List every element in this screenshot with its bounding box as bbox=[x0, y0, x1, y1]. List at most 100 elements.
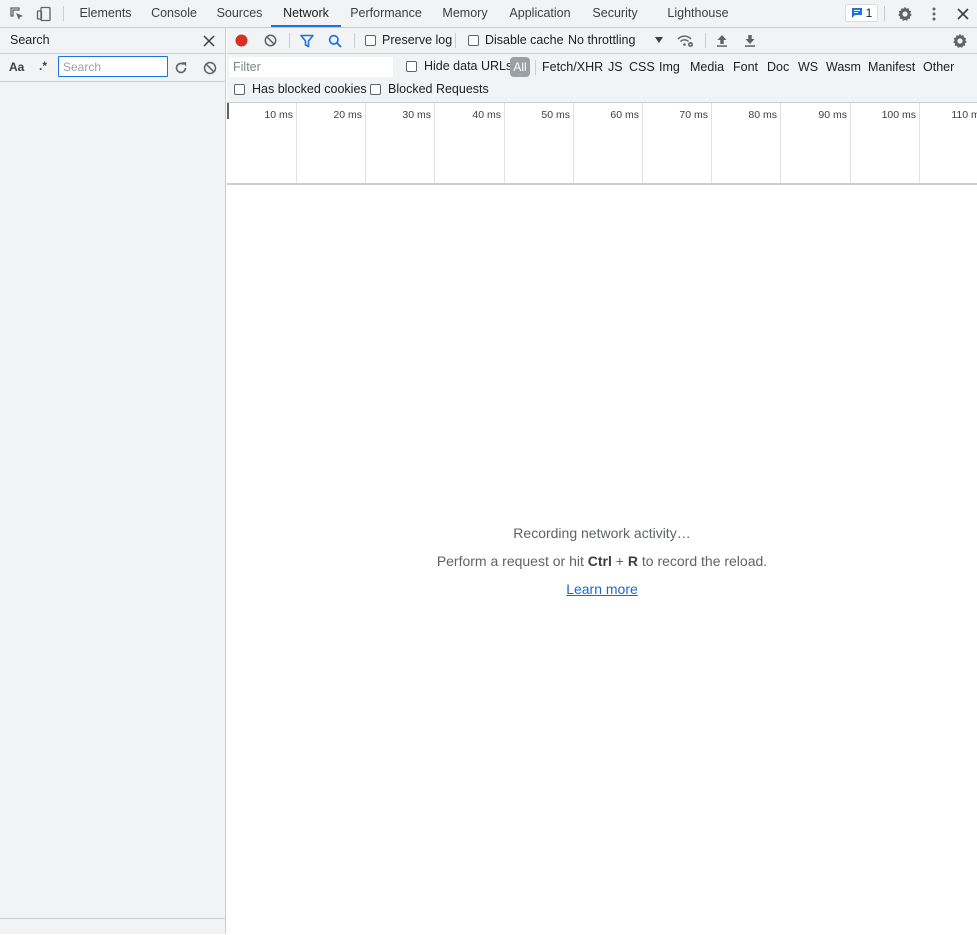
tab-performance[interactable]: Performance bbox=[346, 0, 426, 27]
timeline-tick-label: 100 ms bbox=[881, 109, 916, 121]
refresh-icon[interactable] bbox=[172, 59, 189, 76]
timeline-tick-label: 40 ms bbox=[472, 109, 501, 121]
timeline-gridline bbox=[434, 103, 435, 183]
toolbar-divider bbox=[63, 6, 64, 21]
active-tab-indicator bbox=[271, 25, 341, 27]
close-icon[interactable] bbox=[953, 4, 972, 23]
hint-suffix: to record the reload. bbox=[637, 553, 768, 569]
blocked-requests-checkbox[interactable] bbox=[370, 84, 381, 95]
hint-prefix: Perform a request or hit bbox=[436, 553, 588, 569]
type-filter-media[interactable]: Media bbox=[690, 57, 724, 77]
timeline-gridline bbox=[642, 103, 643, 183]
export-har-icon[interactable] bbox=[741, 32, 758, 49]
timeline-gridline bbox=[504, 103, 505, 183]
close-icon[interactable] bbox=[201, 33, 217, 49]
timeline-gridline bbox=[850, 103, 851, 183]
search-drawer-header: Search bbox=[0, 28, 225, 54]
type-filter-fetch-xhr[interactable]: Fetch/XHR bbox=[542, 57, 603, 77]
tab-sources[interactable]: Sources bbox=[212, 0, 267, 27]
toolbar-divider bbox=[535, 60, 536, 75]
search-drawer: Search Aa .* bbox=[0, 28, 226, 934]
import-har-icon[interactable] bbox=[713, 32, 730, 49]
tab-security[interactable]: Security bbox=[587, 0, 643, 27]
shortcut-key-r: R bbox=[627, 553, 638, 569]
learn-more-row: Learn more bbox=[227, 581, 977, 597]
tab-application[interactable]: Application bbox=[503, 0, 577, 27]
toolbar-divider bbox=[705, 33, 706, 48]
type-filter-img[interactable]: Img bbox=[659, 57, 680, 77]
timeline-tick-label: 90 ms bbox=[818, 109, 847, 121]
hide-data-urls-checkbox[interactable] bbox=[406, 61, 417, 72]
device-toolbar-icon[interactable] bbox=[35, 5, 53, 23]
toolbar-divider bbox=[884, 6, 885, 21]
throttling-select[interactable]: No throttling bbox=[568, 33, 635, 47]
timeline-tick-label: 80 ms bbox=[748, 109, 777, 121]
type-filter-doc[interactable]: Doc bbox=[767, 57, 789, 77]
timeline-gridline bbox=[711, 103, 712, 183]
tab-elements[interactable]: Elements bbox=[75, 0, 136, 27]
search-drawer-title: Search bbox=[10, 33, 50, 47]
toolbar-divider bbox=[354, 33, 355, 48]
timeline-tick-label: 20 ms bbox=[333, 109, 362, 121]
timeline-gridline bbox=[780, 103, 781, 183]
recording-message: Recording network activity… bbox=[513, 525, 691, 541]
search-input[interactable] bbox=[58, 56, 168, 77]
search-icon[interactable] bbox=[326, 32, 343, 49]
blocked-requests-label: Blocked Requests bbox=[388, 82, 489, 96]
kebab-menu-icon[interactable] bbox=[924, 4, 943, 23]
disable-cache-checkbox[interactable] bbox=[468, 35, 479, 46]
hide-data-urls-label: Hide data URLs bbox=[424, 59, 513, 73]
tab-lighthouse[interactable]: Lighthouse bbox=[664, 0, 732, 27]
toolbar-divider bbox=[455, 33, 456, 48]
timeline-gridline bbox=[919, 103, 920, 183]
regex-button[interactable]: .* bbox=[39, 59, 47, 73]
preserve-log-label: Preserve log bbox=[382, 33, 453, 47]
timeline-tick-label: 10 ms bbox=[264, 109, 293, 121]
chevron-down-icon bbox=[654, 35, 664, 45]
record-icon[interactable] bbox=[233, 32, 250, 49]
learn-more-link[interactable]: Learn more bbox=[566, 581, 638, 597]
filter-input[interactable] bbox=[229, 57, 393, 77]
type-filter-manifest[interactable]: Manifest bbox=[868, 57, 915, 77]
timeline-gridline bbox=[573, 103, 574, 183]
type-filter-js[interactable]: JS bbox=[608, 57, 623, 77]
network-toolbar: Preserve log Disable cache No throttling bbox=[227, 28, 977, 54]
type-filter-all[interactable]: All bbox=[510, 57, 530, 77]
timeline-tick-label: 70 ms bbox=[679, 109, 708, 121]
network-overview-timeline[interactable]: 10 ms 20 ms 30 ms 40 ms 50 ms 60 ms 70 ms 80 ms… bbox=[227, 103, 977, 185]
toolbar-divider bbox=[289, 33, 290, 48]
clear-icon[interactable] bbox=[262, 32, 279, 49]
network-conditions-icon[interactable] bbox=[676, 32, 694, 49]
preserve-log-checkbox[interactable] bbox=[365, 35, 376, 46]
tab-network[interactable]: Network bbox=[276, 0, 336, 27]
has-blocked-cookies-label: Has blocked cookies bbox=[252, 82, 367, 96]
timeline-tick-label: 110 ms bbox=[951, 109, 977, 121]
has-blocked-cookies-checkbox[interactable] bbox=[234, 84, 245, 95]
type-filter-font[interactable]: Font bbox=[733, 57, 758, 77]
timeline-gridline bbox=[296, 103, 297, 183]
type-filter-css[interactable]: CSS bbox=[629, 57, 655, 77]
tab-memory[interactable]: Memory bbox=[436, 0, 494, 27]
timeline-tick-label: 50 ms bbox=[541, 109, 570, 121]
settings-icon[interactable] bbox=[895, 4, 914, 23]
settings-icon[interactable] bbox=[951, 32, 969, 50]
disable-cache-label: Disable cache bbox=[485, 33, 564, 47]
type-filter-ws[interactable]: WS bbox=[798, 57, 818, 77]
tab-console[interactable]: Console bbox=[146, 0, 202, 27]
timeline-tick-label: 60 ms bbox=[610, 109, 639, 121]
filter-icon[interactable] bbox=[298, 32, 315, 49]
timeline-gridline bbox=[365, 103, 366, 183]
type-filter-other[interactable]: Other bbox=[923, 57, 954, 77]
search-drawer-footer bbox=[0, 918, 225, 935]
record-reload-hint: Perform a request or hit Ctrl + R to rec… bbox=[227, 553, 977, 569]
shortcut-plus: + bbox=[611, 553, 628, 569]
type-filter-wasm[interactable]: Wasm bbox=[826, 57, 861, 77]
issues-icon bbox=[851, 7, 863, 19]
devtools-tab-bar: Elements Console Sources Network Perform… bbox=[0, 0, 977, 28]
clear-icon[interactable] bbox=[201, 59, 218, 76]
issues-count: 1 bbox=[865, 6, 873, 20]
issues-counter-button[interactable]: 1 bbox=[845, 4, 878, 22]
shortcut-key-ctrl: Ctrl bbox=[587, 553, 612, 569]
inspect-element-icon[interactable] bbox=[8, 5, 26, 23]
match-case-button[interactable]: Aa bbox=[9, 60, 24, 74]
